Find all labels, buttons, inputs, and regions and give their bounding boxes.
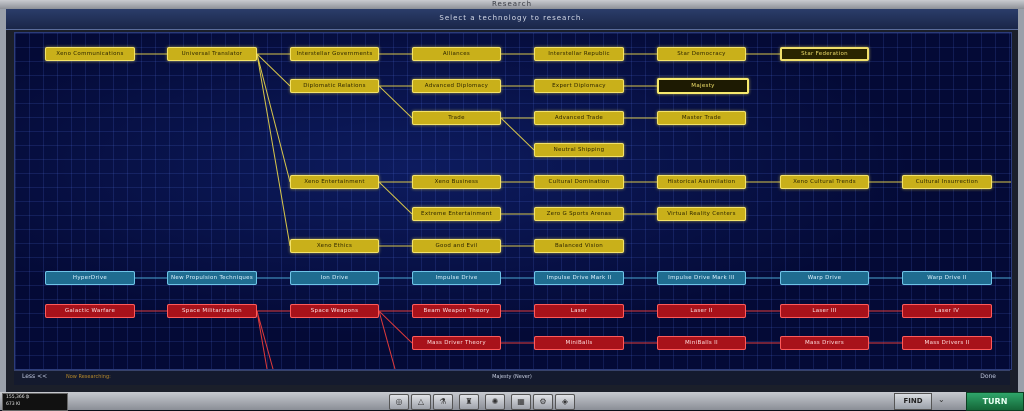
tech-advanced-diplomacy[interactable]: Advanced Diplomacy [412,79,501,93]
tech-impulse-drive-mark-ii[interactable]: Impulse Drive Mark II [534,271,624,285]
tech-beam-weapon-theory[interactable]: Beam Weapon Theory [412,304,501,318]
tech-star-democracy[interactable]: Star Democracy [657,47,746,61]
find-button[interactable]: FIND [894,393,932,410]
tech-laser-iv[interactable]: Laser IV [902,304,992,318]
foreign-policy-icon[interactable]: ✺ [485,394,505,410]
empire-info-panel: 155,366 ₿ 673 KI [2,393,68,411]
tech-cultural-domination[interactable]: Cultural Domination [534,175,624,189]
tech-neutral-shipping[interactable]: Neutral Shipping [534,143,624,157]
tech-impulse-drive-mark-iii[interactable]: Impulse Drive Mark III [657,271,746,285]
tech-ion-drive[interactable]: Ion Drive [290,271,379,285]
planets-icon[interactable]: ◎ [389,394,409,410]
ships-icon[interactable]: △ [411,394,431,410]
tech-majesty[interactable]: Majesty [657,78,749,94]
tech-new-propulsion-techniques[interactable]: New Propulsion Techniques [167,271,257,285]
tech-tree: Xeno Communications Universal Translator… [14,32,1012,370]
tech-warp-drive[interactable]: Warp Drive [780,271,869,285]
tech-laser-iii[interactable]: Laser III [780,304,869,318]
window-title: Research [491,0,533,8]
tech-master-trade[interactable]: Master Trade [657,111,746,125]
government-icon[interactable]: ♜ [459,394,479,410]
empire-icon[interactable]: ▦ [511,394,531,410]
tech-interstellar-governments[interactable]: Interstellar Governments [290,47,379,61]
header-title: Select a technology to research. [439,14,585,22]
tech-xeno-cultural-trends[interactable]: Xeno Cultural Trends [780,175,869,189]
tech-hyperdrive[interactable]: HyperDrive [45,271,135,285]
tech-xeno-business[interactable]: Xeno Business [412,175,501,189]
chevron-down-icon[interactable]: ⌄ [938,395,945,404]
galaxy-icon[interactable]: ◈ [555,394,575,410]
tech-interstellar-republic[interactable]: Interstellar Republic [534,47,624,61]
tech-advanced-trade[interactable]: Advanced Trade [534,111,624,125]
tech-galactic-warfare[interactable]: Galactic Warfare [45,304,135,318]
tech-xeno-communications[interactable]: Xeno Communications [45,47,135,61]
credits-readout: 155,366 ₿ [6,395,30,400]
tech-balanced-vision[interactable]: Balanced Vision [534,239,624,253]
current-research: Majesty (Never) [492,374,532,380]
tech-zero-g-sports-arenas[interactable]: Zero G Sports Arenas [534,207,624,221]
tech-xeno-entertainment[interactable]: Xeno Entertainment [290,175,379,189]
tech-diplomatic-relations[interactable]: Diplomatic Relations [290,79,379,93]
research-header: Select a technology to research. [6,9,1018,30]
tech-virtual-reality-centers[interactable]: Virtual Reality Centers [657,207,746,221]
tech-space-weapons[interactable]: Space Weapons [290,304,379,318]
tech-miniballs-ii[interactable]: MiniBalls II [657,336,746,350]
tech-laser-ii[interactable]: Laser II [657,304,746,318]
tech-mass-drivers[interactable]: Mass Drivers [780,336,869,350]
research-icon[interactable]: ⚗ [433,394,453,410]
tech-space-militarization[interactable]: Space Militarization [167,304,257,318]
tech-good-and-evil[interactable]: Good and Evil [412,239,501,253]
tech-extreme-entertainment[interactable]: Extreme Entertainment [412,207,501,221]
tech-cultural-insurrection[interactable]: Cultural Insurrection [902,175,992,189]
window-titlebar: Research [0,0,1024,9]
tree-connector-lines [135,53,1011,369]
tech-mass-driver-theory[interactable]: Mass Driver Theory [412,336,501,350]
shipyard-icon[interactable]: ⚙ [533,394,553,410]
secondary-readout: 673 KI [6,402,21,407]
tech-star-federation[interactable]: Star Federation [780,47,869,61]
tech-impulse-drive[interactable]: Impulse Drive [412,271,501,285]
tech-miniballs[interactable]: MiniBalls [534,336,624,350]
tech-laser[interactable]: Laser [534,304,624,318]
tech-trade[interactable]: Trade [412,111,501,125]
tech-universal-translator[interactable]: Universal Translator [167,47,257,61]
tech-xeno-ethics[interactable]: Xeno Ethics [290,239,379,253]
research-footer: Less << Now Researching: Majesty (Never)… [14,370,1010,385]
tech-expert-diplomacy[interactable]: Expert Diplomacy [534,79,624,93]
tech-alliances[interactable]: Alliances [412,47,501,61]
tech-warp-drive-ii[interactable]: Warp Drive II [902,271,992,285]
turn-button[interactable]: TURN [966,392,1024,411]
tech-mass-drivers-ii[interactable]: Mass Drivers II [902,336,992,350]
done-button[interactable]: Done [980,373,996,380]
tech-historical-assimilation[interactable]: Historical Assimilation [657,175,746,189]
